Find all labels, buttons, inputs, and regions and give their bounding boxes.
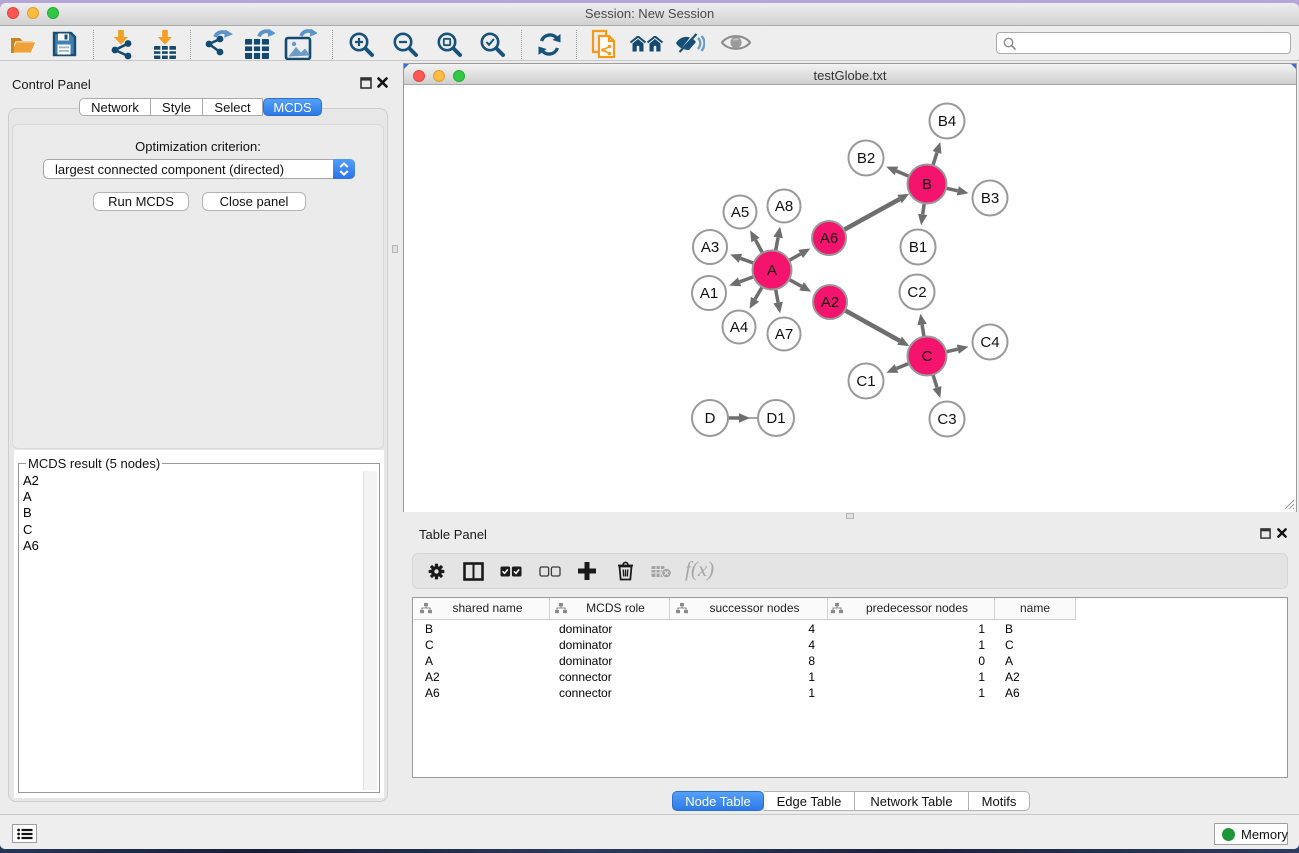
svg-text:C4: C4 [980, 334, 999, 351]
svg-text:B4: B4 [938, 113, 956, 130]
svg-text:A6: A6 [820, 230, 838, 247]
svg-text:A1: A1 [700, 285, 718, 302]
svg-text:B3: B3 [981, 190, 999, 207]
svg-text:A8: A8 [775, 198, 793, 215]
svg-text:A2: A2 [821, 294, 839, 311]
svg-text:A4: A4 [730, 319, 748, 336]
svg-text:B2: B2 [857, 150, 875, 167]
svg-text:D1: D1 [766, 410, 785, 427]
svg-text:A3: A3 [701, 239, 719, 256]
svg-text:C2: C2 [907, 284, 926, 301]
svg-text:C3: C3 [937, 411, 956, 428]
svg-text:B: B [922, 176, 932, 193]
svg-text:C1: C1 [856, 373, 875, 390]
svg-text:A5: A5 [731, 204, 749, 221]
svg-text:D: D [705, 410, 716, 427]
svg-text:C: C [922, 348, 933, 365]
svg-text:B1: B1 [909, 239, 927, 256]
svg-text:A: A [767, 262, 777, 279]
svg-text:A7: A7 [775, 326, 793, 343]
